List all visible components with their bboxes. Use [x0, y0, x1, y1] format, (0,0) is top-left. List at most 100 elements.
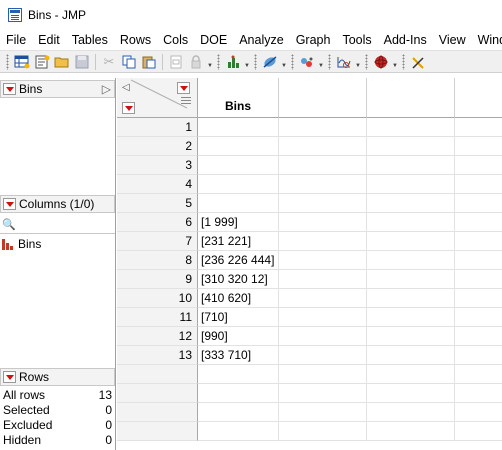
empty-cell[interactable]: [367, 365, 455, 384]
menu-tables[interactable]: Tables: [66, 30, 114, 50]
rows-panel-header[interactable]: Rows: [0, 368, 115, 386]
column-search-input[interactable]: 🔍: [0, 216, 115, 234]
menu-doe[interactable]: DOE: [194, 30, 233, 50]
menu-analyze[interactable]: Analyze: [233, 30, 289, 50]
bins-cell[interactable]: [333 710]: [198, 346, 279, 365]
row-number[interactable]: 10: [117, 289, 198, 308]
toolbar-dropdown-icon[interactable]: ▼: [280, 53, 288, 71]
bins-cell[interactable]: [1 999]: [198, 213, 279, 232]
row-number[interactable]: [117, 384, 198, 403]
empty-cell[interactable]: [367, 403, 455, 422]
empty-cell[interactable]: [455, 384, 502, 403]
row-number[interactable]: [117, 422, 198, 441]
menu-tools[interactable]: Tools: [336, 30, 377, 50]
row-number[interactable]: 8: [117, 251, 198, 270]
empty-cell[interactable]: [279, 422, 367, 441]
empty-cell[interactable]: [279, 118, 367, 137]
row-number[interactable]: 1: [117, 118, 198, 137]
toolbar-grip[interactable]: [365, 53, 368, 70]
bins-cell[interactable]: [198, 194, 279, 213]
control-chart-icon[interactable]: [334, 53, 354, 71]
row-number[interactable]: 7: [117, 232, 198, 251]
row-number[interactable]: [117, 403, 198, 422]
empty-cell[interactable]: [367, 327, 455, 346]
empty-cell[interactable]: [279, 308, 367, 327]
empty-cell[interactable]: [367, 213, 455, 232]
empty-cell[interactable]: [455, 346, 502, 365]
toolbar-dropdown-icon[interactable]: ▼: [206, 53, 214, 71]
menu-cols[interactable]: Cols: [157, 30, 194, 50]
toolbar-grip[interactable]: [291, 53, 294, 70]
column-list-item[interactable]: Bins: [2, 237, 41, 251]
bins-cell[interactable]: [198, 175, 279, 194]
empty-cell[interactable]: [279, 213, 367, 232]
bins-cell[interactable]: [198, 384, 279, 403]
empty-cell[interactable]: [455, 137, 502, 156]
cut-icon[interactable]: ✂: [99, 53, 119, 71]
row-number[interactable]: 6: [117, 213, 198, 232]
save-icon[interactable]: [72, 53, 92, 71]
fit-model-icon[interactable]: [260, 53, 280, 71]
crosshair-icon[interactable]: [408, 53, 428, 71]
page-icon[interactable]: [166, 53, 186, 71]
row-number[interactable]: 9: [117, 270, 198, 289]
empty-cell[interactable]: [279, 327, 367, 346]
empty-cell[interactable]: [279, 289, 367, 308]
new-data-table-icon[interactable]: [12, 53, 32, 71]
toolbar-grip[interactable]: [6, 53, 9, 70]
menu-add-ins[interactable]: Add-Ins: [378, 30, 433, 50]
empty-cell[interactable]: [279, 232, 367, 251]
new-script-icon[interactable]: [32, 53, 52, 71]
toolbar-grip[interactable]: [328, 53, 331, 70]
bins-cell[interactable]: [198, 156, 279, 175]
empty-cell[interactable]: [279, 156, 367, 175]
bins-cell[interactable]: [198, 118, 279, 137]
distribution-icon[interactable]: [223, 53, 243, 71]
column-header-bins[interactable]: Bins: [198, 78, 279, 118]
column-header-empty[interactable]: [367, 78, 455, 118]
menu-window[interactable]: Window: [472, 30, 502, 50]
empty-cell[interactable]: [367, 422, 455, 441]
empty-cell[interactable]: [279, 175, 367, 194]
row-number[interactable]: 4: [117, 175, 198, 194]
row-number[interactable]: 2: [117, 137, 198, 156]
table-panel-header[interactable]: Bins ▷: [0, 80, 115, 98]
toolbar-grip[interactable]: [217, 53, 220, 70]
collapse-triangle-icon[interactable]: ▷: [102, 82, 111, 96]
empty-cell[interactable]: [455, 289, 502, 308]
row-number[interactable]: 3: [117, 156, 198, 175]
red-triangle-menu-icon[interactable]: [3, 371, 16, 383]
bins-cell[interactable]: [410 620]: [198, 289, 279, 308]
empty-cell[interactable]: [455, 403, 502, 422]
sphere-icon[interactable]: [371, 53, 391, 71]
toolbar-dropdown-icon[interactable]: ▼: [354, 53, 362, 71]
empty-cell[interactable]: [367, 346, 455, 365]
menu-rows[interactable]: Rows: [114, 30, 157, 50]
copy-icon[interactable]: [119, 53, 139, 71]
columns-red-triangle-icon[interactable]: [177, 82, 190, 94]
empty-cell[interactable]: [279, 365, 367, 384]
bins-cell[interactable]: [236 226 444]: [198, 251, 279, 270]
empty-cell[interactable]: [455, 251, 502, 270]
toolbar-dropdown-icon[interactable]: ▼: [243, 53, 251, 71]
rows-red-triangle-icon[interactable]: [122, 102, 135, 114]
toolbar-dropdown-icon[interactable]: ▼: [391, 53, 399, 71]
row-number[interactable]: 11: [117, 308, 198, 327]
empty-cell[interactable]: [455, 156, 502, 175]
menu-edit[interactable]: Edit: [32, 30, 66, 50]
bins-cell[interactable]: [198, 137, 279, 156]
empty-cell[interactable]: [279, 403, 367, 422]
bins-cell[interactable]: [990]: [198, 327, 279, 346]
empty-cell[interactable]: [367, 270, 455, 289]
empty-cell[interactable]: [455, 422, 502, 441]
empty-cell[interactable]: [279, 194, 367, 213]
empty-cell[interactable]: [455, 213, 502, 232]
toolbar-grip[interactable]: [254, 53, 257, 70]
column-header-empty[interactable]: [455, 78, 502, 118]
empty-cell[interactable]: [367, 308, 455, 327]
empty-cell[interactable]: [279, 137, 367, 156]
empty-cell[interactable]: [367, 137, 455, 156]
red-triangle-menu-icon[interactable]: [3, 198, 16, 210]
empty-cell[interactable]: [279, 346, 367, 365]
empty-cell[interactable]: [367, 384, 455, 403]
